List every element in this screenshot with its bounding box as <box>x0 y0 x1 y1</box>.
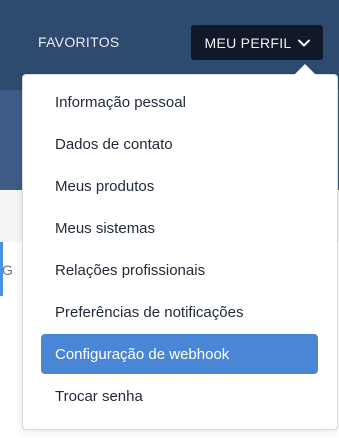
chevron-down-icon <box>297 39 310 46</box>
menu-item-my-products[interactable]: Meus produtos <box>41 166 318 206</box>
menu-item-professional-relations[interactable]: Relações profissionais <box>41 250 318 290</box>
menu-item-my-systems[interactable]: Meus sistemas <box>41 208 318 248</box>
left-tab-glyph: G <box>2 262 13 278</box>
profile-button-label: MEU PERFIL <box>204 34 292 51</box>
favorites-link[interactable]: FAVORITOS <box>38 34 120 50</box>
dropdown-caret <box>294 64 316 75</box>
menu-item-personal-info[interactable]: Informação pessoal <box>41 82 318 122</box>
profile-menu-button[interactable]: MEU PERFIL <box>191 25 323 60</box>
menu-item-webhook-configuration[interactable]: Configuração de webhook <box>41 334 318 374</box>
menu-item-contact-data[interactable]: Dados de contato <box>41 124 318 164</box>
menu-item-change-password[interactable]: Trocar senha <box>41 376 318 416</box>
menu-item-notification-preferences[interactable]: Preferências de notificações <box>41 292 318 332</box>
